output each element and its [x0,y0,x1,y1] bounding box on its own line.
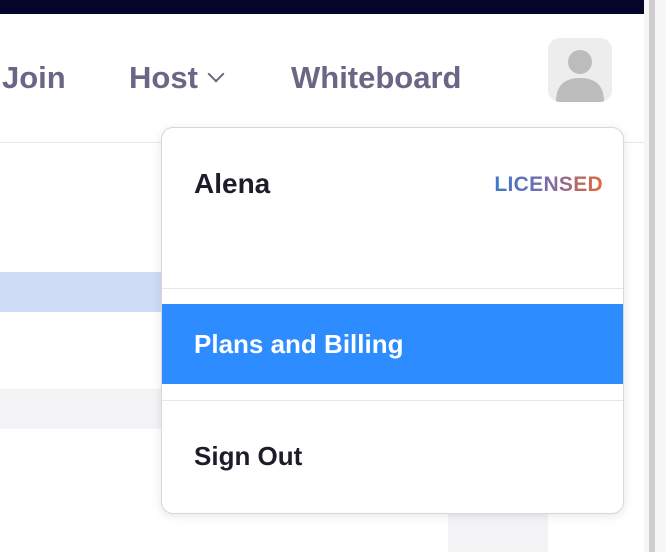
background-panel [448,510,548,552]
chevron-down-icon [207,65,225,83]
scrollbar-gutter [644,0,666,552]
top-bar [0,0,644,14]
menu-divider [162,288,623,289]
user-name: Alena [194,168,271,199]
user-avatar-button[interactable] [548,38,612,102]
nav-host-label: Host [129,60,198,95]
license-badge: LICENSED [494,173,603,196]
sign-out-item[interactable]: Sign Out [162,416,623,496]
nav-host-menu[interactable]: Host [129,60,225,95]
top-navigation: Join Host Whiteboard [0,14,644,143]
user-avatar-icon [556,50,604,102]
plans-and-billing-item[interactable]: Plans and Billing [162,304,623,384]
nav-whiteboard-link[interactable]: Whiteboard [291,61,462,95]
menu-divider [162,400,623,401]
background-selected-row [0,272,162,312]
user-dropdown-menu: Alena LICENSED Plans and Billing Sign Ou… [161,127,624,514]
background-row [0,389,162,429]
nav-join-link[interactable]: Join [2,61,66,95]
scrollbar[interactable] [649,0,655,552]
